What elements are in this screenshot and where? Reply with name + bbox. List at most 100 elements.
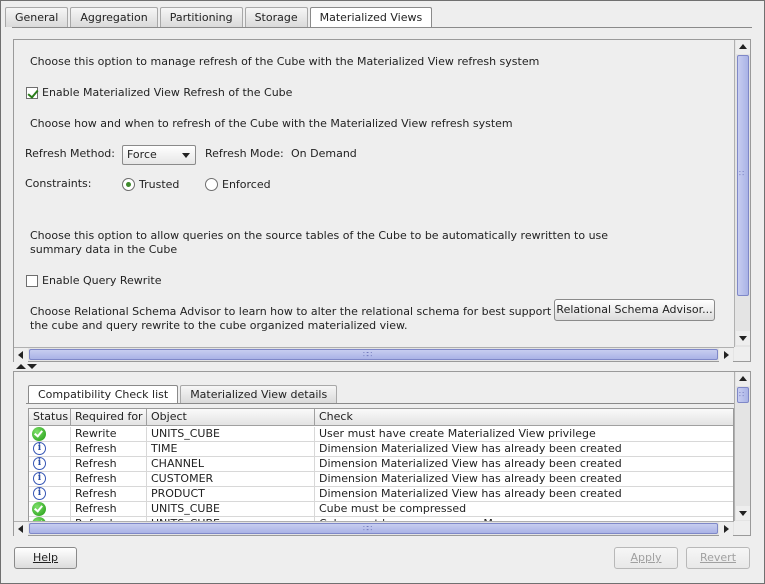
tab-partitioning[interactable]: Partitioning (159, 7, 243, 27)
upper-vertical-scrollbar[interactable]: ∷ (734, 40, 750, 347)
grip-icon: ∷ (739, 390, 744, 399)
scroll-right-icon[interactable] (719, 348, 733, 362)
info-icon: i (33, 442, 46, 455)
apply-button[interactable]: Apply (614, 547, 678, 569)
tab-divider (12, 27, 752, 28)
cell-status (29, 502, 71, 517)
relational-schema-advisor-button[interactable]: Relational Schema Advisor... (554, 299, 715, 321)
cell-check: Dimension Materialized View has already … (319, 487, 622, 500)
column-object[interactable]: Object (147, 409, 315, 426)
cell-status (29, 427, 71, 442)
enable-query-rewrite-checkbox[interactable] (26, 275, 38, 287)
collapse-up-icon[interactable] (16, 364, 26, 369)
cell-check: Dimension Materialized View has already … (319, 472, 622, 485)
editor-tabs: General Aggregation Partitioning Storage… (5, 7, 434, 28)
cell-object: CHANNEL (147, 457, 315, 472)
cell-object: PRODUCT (147, 487, 315, 502)
apply-button-label: Apply (630, 551, 662, 564)
sub-tab-divider (26, 403, 734, 404)
advisor-text-line-1: Choose Relational Schema Advisor to lear… (30, 305, 562, 318)
cell-required-for: Rewrite (71, 427, 147, 442)
column-status[interactable]: Status (29, 409, 71, 426)
cell-check: Dimension Materialized View has already … (319, 457, 622, 470)
cell-required-for: Refresh (71, 502, 147, 517)
compatibility-check-table: Status Required for Object Check Rewrite… (28, 408, 734, 522)
cell-object: CUSTOMER (147, 472, 315, 487)
enable-mv-refresh-label[interactable]: Enable Materialized View Refresh of the … (42, 86, 292, 99)
check-circle-icon (32, 502, 46, 516)
scroll-left-icon[interactable] (14, 348, 28, 362)
materialized-view-settings-panel: Choose this option to manage refresh of … (13, 39, 751, 362)
tab-materialized-view-details[interactable]: Materialized View details (180, 385, 338, 403)
cell-check: Cube must be compressed (319, 502, 467, 515)
table-row[interactable]: Rewrite UNITS_CUBE User must have create M… (29, 427, 733, 442)
info-icon: i (33, 472, 46, 485)
mv-intro-text: Choose this option to manage refresh of … (30, 55, 540, 68)
scroll-up-icon[interactable] (736, 372, 750, 386)
refresh-mode-value: On Demand (291, 147, 357, 160)
constraint-enforced-radio[interactable] (205, 178, 218, 191)
tab-compatibility-check-list[interactable]: Compatibility Check list (28, 385, 179, 403)
constraints-label: Constraints: (25, 177, 92, 190)
tab-general[interactable]: General (5, 7, 69, 27)
info-icon: i (33, 487, 46, 500)
lower-horizontal-scrollbar[interactable]: ∷∷ (14, 521, 734, 536)
constraint-trusted-radio[interactable] (122, 178, 135, 191)
table-header: Status Required for Object Check (29, 409, 733, 426)
help-button[interactable]: Help (14, 547, 77, 569)
advisor-text-line-2: the cube and query rewrite to the cube o… (30, 319, 408, 332)
column-required-for[interactable]: Required for (71, 409, 147, 426)
tab-materialized-views[interactable]: Materialized Views (309, 7, 433, 28)
rewrite-intro-line-1: Choose this option to allow queries on t… (30, 229, 609, 242)
table-row[interactable]: Refresh UNITS_CUBE Cube must be compressed (29, 502, 733, 517)
column-check[interactable]: Check (315, 409, 733, 426)
revert-button[interactable]: Revert (686, 547, 750, 569)
lower-vertical-scroll-thumb[interactable]: ∷ (737, 387, 749, 403)
check-circle-icon (32, 427, 46, 441)
scroll-left-icon[interactable] (14, 522, 28, 536)
enable-mv-refresh-checkbox[interactable] (26, 87, 38, 99)
rewrite-intro-line-2: summary data in the Cube (30, 243, 178, 256)
lower-vertical-scrollbar[interactable]: ∷ (734, 372, 750, 521)
lower-horizontal-scroll-thumb[interactable]: ∷∷ (29, 523, 718, 534)
upper-horizontal-scrollbar[interactable]: ∷∷ (14, 347, 734, 362)
table-row[interactable]: i Refresh CUSTOMER Dimension Materialized V… (29, 472, 733, 487)
constraint-trusted-label[interactable]: Trusted (139, 178, 179, 191)
cell-required-for: Refresh (71, 487, 147, 502)
compatibility-tabs: Compatibility Check list Materialized Vi… (28, 385, 339, 403)
refresh-mode-label: Refresh Mode: (205, 147, 284, 160)
grip-icon: ∷∷ (363, 350, 372, 359)
table-row[interactable]: i Refresh PRODUCT Dimension Materialized Vi… (29, 487, 733, 502)
grip-icon: ∷∷ (363, 524, 372, 533)
compatibility-panel: Compatibility Check list Materialized Vi… (13, 371, 751, 536)
refresh-method-select[interactable]: Force (122, 145, 196, 165)
table-row[interactable]: i Refresh CHANNEL Dimension Materialized Vi… (29, 457, 733, 472)
enable-query-rewrite-label[interactable]: Enable Query Rewrite (42, 274, 161, 287)
cell-status: i (29, 457, 71, 472)
help-button-label: Help (32, 551, 59, 564)
scroll-up-icon[interactable] (736, 40, 750, 54)
tab-storage[interactable]: Storage (244, 7, 308, 27)
how-when-text: Choose how and when to refresh of the Cu… (30, 117, 513, 130)
table-row[interactable]: i Refresh TIME Dimension Materialized View … (29, 442, 733, 457)
cell-status: i (29, 472, 71, 487)
settings-content: Choose this option to manage refresh of … (14, 40, 734, 346)
scroll-right-icon[interactable] (719, 522, 733, 536)
upper-vertical-scroll-thumb[interactable]: ∷ (737, 55, 749, 296)
upper-horizontal-scroll-thumb[interactable]: ∷∷ (29, 349, 718, 360)
chevron-down-icon (182, 153, 190, 158)
panel-splitter[interactable] (16, 363, 40, 371)
refresh-method-label: Refresh Method: (25, 147, 115, 160)
cell-object: UNITS_CUBE (147, 427, 315, 442)
revert-button-label: Revert (699, 551, 737, 564)
constraint-enforced-label[interactable]: Enforced (222, 178, 271, 191)
cell-object: UNITS_CUBE (147, 502, 315, 517)
cell-object: TIME (147, 442, 315, 457)
scroll-down-icon[interactable] (736, 506, 750, 520)
tab-aggregation[interactable]: Aggregation (70, 7, 158, 27)
scroll-down-icon[interactable] (736, 331, 750, 345)
cell-required-for: Refresh (71, 442, 147, 457)
cell-required-for: Refresh (71, 457, 147, 472)
collapse-down-icon[interactable] (27, 364, 37, 369)
cell-status: i (29, 442, 71, 457)
